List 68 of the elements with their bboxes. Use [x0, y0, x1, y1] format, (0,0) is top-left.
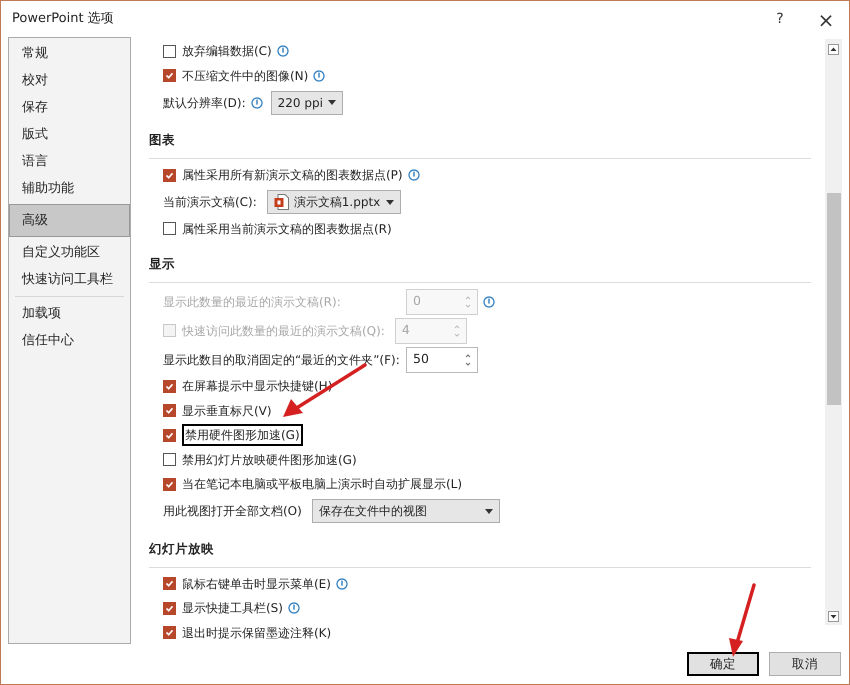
sidebar-item[interactable]: 常规 [9, 40, 130, 67]
window-title: PowerPoint 选项 [12, 10, 114, 28]
caret-icon [484, 508, 493, 514]
option-label: 属性采用当前演示文稿的图表数据点(R) [182, 220, 392, 238]
scroll-down-icon[interactable] [828, 611, 839, 622]
checkmark-icon [165, 382, 174, 391]
option-label: 放弃编辑数据(C) [182, 43, 272, 60]
option-label: 当前演示文稿(C): [163, 194, 257, 211]
dropdown[interactable]: 保存在文件中的视图 [312, 499, 500, 523]
option-label: 属性采用所有新演示文稿的图表数据点(P) [182, 167, 403, 184]
dropdown[interactable]: 演示文稿1.pptx [266, 190, 401, 214]
sidebar-item[interactable]: 校对 [9, 67, 130, 94]
checkmark-icon [165, 604, 174, 613]
checkbox[interactable] [163, 478, 176, 491]
number-field[interactable]: 50 [406, 346, 478, 372]
sidebar-item[interactable]: 版式 [9, 121, 130, 148]
option-label: 用此视图打开全部文档(O) [163, 503, 302, 520]
section-heading: 幻灯片放映 [149, 540, 214, 556]
checkmark-icon [165, 71, 174, 80]
option-label: 退出时提示保留墨迹注释(K) [182, 624, 332, 641]
option-label: 当在笔记本电脑或平板电脑上演示时自动扩展显示(L) [182, 476, 462, 494]
checkmark-icon [165, 579, 174, 588]
checkbox[interactable] [163, 428, 176, 442]
checkbox[interactable] [163, 626, 176, 640]
sidebar-item[interactable]: 快速访问工具栏 [9, 266, 130, 293]
option-label: 显示快捷工具栏(S) [182, 600, 283, 618]
checkbox[interactable] [163, 404, 176, 418]
option-label: 默认分辨率(D): [163, 94, 246, 112]
caret-icon [328, 100, 336, 105]
option-label: 显示此数量的最近的演示文稿(R): [163, 294, 341, 310]
checkbox[interactable] [163, 577, 176, 590]
scroll-up-icon[interactable] [828, 44, 839, 55]
checkbox[interactable] [163, 44, 176, 58]
checkbox[interactable] [163, 222, 176, 236]
option-label: 快速访问此数量的最近的演示文稿(Q): [182, 322, 385, 340]
option-label: 显示垂直标尺(V) [182, 402, 272, 420]
option-label: 不压缩文件中的图像(N) [182, 68, 308, 85]
option-label: 禁用硬件图形加速(G) [182, 424, 303, 446]
sidebar-item[interactable]: 信任中心 [9, 327, 130, 354]
caret-icon [386, 200, 394, 204]
sidebar-item[interactable]: 加载项 [9, 300, 130, 327]
close-button[interactable]: × [809, 5, 843, 33]
checkmark-icon [165, 480, 174, 489]
option-label: 鼠标右键单击时显示菜单(E) [182, 576, 331, 593]
checkbox[interactable] [163, 453, 176, 466]
dropdown[interactable]: 220 ppi [270, 90, 343, 114]
checkbox[interactable] [163, 380, 176, 393]
checkbox[interactable] [163, 602, 176, 615]
sidebar-item[interactable]: 语言 [9, 148, 130, 175]
option-label: 禁用幻灯片放映硬件图形加速(G) [182, 452, 357, 469]
checkmark-icon [165, 406, 174, 416]
section-heading: 显示 [149, 256, 175, 271]
section-heading: 图表 [149, 132, 175, 147]
checkbox[interactable] [163, 168, 176, 182]
checkmark-icon [165, 170, 174, 180]
scrollbar[interactable] [825, 39, 842, 625]
checkmark-icon [165, 430, 174, 440]
scroll-thumb[interactable] [826, 193, 840, 405]
help-button[interactable]: ? [765, 5, 795, 33]
sidebar-item[interactable]: 高级 [9, 204, 130, 237]
sidebar-item[interactable]: 保存 [9, 94, 130, 121]
sidebar-item[interactable]: 辅助功能 [9, 175, 130, 202]
dialog-button[interactable]: 取消 [769, 652, 841, 676]
sidebar-item[interactable]: 自定义功能区 [9, 239, 130, 266]
checkbox[interactable] [163, 69, 176, 82]
dialog-button[interactable]: 确定 [687, 652, 759, 676]
presentation-file-icon [274, 194, 289, 210]
checkmark-icon [165, 628, 174, 638]
